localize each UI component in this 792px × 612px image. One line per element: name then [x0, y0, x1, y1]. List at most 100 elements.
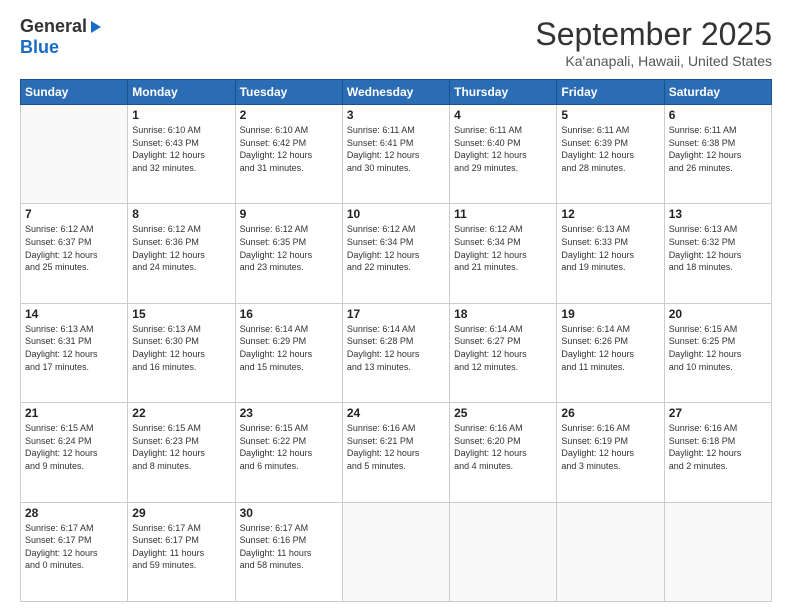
day-number: 12 — [561, 207, 659, 221]
cell-text: Sunrise: 6:12 AMSunset: 6:34 PMDaylight:… — [347, 223, 445, 273]
cell-text: Sunrise: 6:14 AMSunset: 6:26 PMDaylight:… — [561, 323, 659, 373]
calendar-cell: 5Sunrise: 6:11 AMSunset: 6:39 PMDaylight… — [557, 105, 664, 204]
calendar-cell: 15Sunrise: 6:13 AMSunset: 6:30 PMDayligh… — [128, 303, 235, 402]
day-number: 13 — [669, 207, 767, 221]
calendar-cell: 6 Sunrise: 6:11 AMSunset: 6:38 PMDaylight… — [664, 105, 771, 204]
calendar-day-header: Tuesday — [235, 80, 342, 105]
cell-text: Sunrise: 6:17 AMSunset: 6:16 PMDaylight:… — [240, 522, 338, 572]
day-number: 25 — [454, 406, 552, 420]
calendar-cell: 28 Sunrise: 6:17 AMSunset: 6:17 PMDayligh… — [21, 502, 128, 601]
day-number: 23 — [240, 406, 338, 420]
calendar-day-header: Wednesday — [342, 80, 449, 105]
cell-text: Sunrise: 6:12 AMSunset: 6:37 PMDaylight:… — [25, 223, 123, 273]
calendar-cell: 9 Sunrise: 6:12 AMSunset: 6:35 PMDaylight… — [235, 204, 342, 303]
cell-text: Sunrise: 6:12 AMSunset: 6:34 PMDaylight:… — [454, 223, 552, 273]
calendar-cell: 2Sunrise: 6:10 AMSunset: 6:42 PMDaylight… — [235, 105, 342, 204]
day-number: 17 — [347, 307, 445, 321]
calendar-cell: 20 Sunrise: 6:15 AMSunset: 6:25 PMDayligh… — [664, 303, 771, 402]
day-number: 9 — [240, 207, 338, 221]
day-number: 20 — [669, 307, 767, 321]
calendar-cell: 30 Sunrise: 6:17 AMSunset: 6:16 PMDayligh… — [235, 502, 342, 601]
day-number: 22 — [132, 406, 230, 420]
calendar-cell: 12Sunrise: 6:13 AMSunset: 6:33 PMDayligh… — [557, 204, 664, 303]
cell-text: Sunrise: 6:15 AMSunset: 6:22 PMDaylight:… — [240, 422, 338, 472]
cell-text: Sunrise: 6:13 AMSunset: 6:30 PMDaylight:… — [132, 323, 230, 373]
cell-text: Sunrise: 6:17 AMSunset: 6:17 PMDaylight:… — [132, 522, 230, 572]
day-number: 27 — [669, 406, 767, 420]
cell-text: Sunrise: 6:11 AMSunset: 6:38 PMDaylight:… — [669, 124, 767, 174]
calendar-cell: 8 Sunrise: 6:12 AMSunset: 6:36 PMDaylight… — [128, 204, 235, 303]
day-number: 7 — [25, 207, 123, 221]
cell-text: Sunrise: 6:15 AMSunset: 6:23 PMDaylight:… — [132, 422, 230, 472]
day-number: 18 — [454, 307, 552, 321]
calendar-cell: 7 Sunrise: 6:12 AMSunset: 6:37 PMDaylight… — [21, 204, 128, 303]
calendar-day-header: Monday — [128, 80, 235, 105]
day-number: 21 — [25, 406, 123, 420]
cell-text: Sunrise: 6:12 AMSunset: 6:36 PMDaylight:… — [132, 223, 230, 273]
cell-text: Sunrise: 6:16 AMSunset: 6:18 PMDaylight:… — [669, 422, 767, 472]
logo-arrow-icon — [91, 21, 101, 33]
calendar-day-header: Sunday — [21, 80, 128, 105]
day-number: 2 — [240, 108, 338, 122]
day-number: 14 — [25, 307, 123, 321]
calendar-cell: 14Sunrise: 6:13 AMSunset: 6:31 PMDayligh… — [21, 303, 128, 402]
calendar-cell: 3Sunrise: 6:11 AMSunset: 6:41 PMDaylight… — [342, 105, 449, 204]
day-number: 24 — [347, 406, 445, 420]
day-number: 19 — [561, 307, 659, 321]
cell-text: Sunrise: 6:14 AMSunset: 6:28 PMDaylight:… — [347, 323, 445, 373]
day-number: 8 — [132, 207, 230, 221]
calendar-cell — [450, 502, 557, 601]
calendar-cell: 13 Sunrise: 6:13 AMSunset: 6:32 PMDayligh… — [664, 204, 771, 303]
cell-text: Sunrise: 6:12 AMSunset: 6:35 PMDaylight:… — [240, 223, 338, 273]
calendar-cell: 27 Sunrise: 6:16 AMSunset: 6:18 PMDayligh… — [664, 403, 771, 502]
cell-text: Sunrise: 6:14 AMSunset: 6:29 PMDaylight:… — [240, 323, 338, 373]
calendar-day-header: Saturday — [664, 80, 771, 105]
logo: General Blue — [20, 16, 101, 58]
cell-text: Sunrise: 6:11 AMSunset: 6:40 PMDaylight:… — [454, 124, 552, 174]
cell-text: Sunrise: 6:15 AMSunset: 6:25 PMDaylight:… — [669, 323, 767, 373]
cell-text: Sunrise: 6:17 AMSunset: 6:17 PMDaylight:… — [25, 522, 123, 572]
logo-general-text: General — [20, 16, 87, 37]
calendar-day-header: Friday — [557, 80, 664, 105]
calendar-week-row: 21 Sunrise: 6:15 AMSunset: 6:24 PMDayligh… — [21, 403, 772, 502]
calendar-table: SundayMondayTuesdayWednesdayThursdayFrid… — [20, 79, 772, 602]
day-number: 1 — [132, 108, 230, 122]
calendar-cell: 10 Sunrise: 6:12 AMSunset: 6:34 PMDayligh… — [342, 204, 449, 303]
calendar-cell: 29Sunrise: 6:17 AMSunset: 6:17 PMDayligh… — [128, 502, 235, 601]
calendar-cell: 24 Sunrise: 6:16 AMSunset: 6:21 PMDayligh… — [342, 403, 449, 502]
calendar-cell: 26 Sunrise: 6:16 AMSunset: 6:19 PMDayligh… — [557, 403, 664, 502]
calendar-day-header: Thursday — [450, 80, 557, 105]
day-number: 26 — [561, 406, 659, 420]
subtitle: Ka'anapali, Hawaii, United States — [535, 53, 772, 69]
calendar-cell: 1 Sunrise: 6:10 AMSunset: 6:43 PMDaylight… — [128, 105, 235, 204]
day-number: 10 — [347, 207, 445, 221]
page: General Blue September 2025 Ka'anapali, … — [0, 0, 792, 612]
day-number: 3 — [347, 108, 445, 122]
calendar-cell — [557, 502, 664, 601]
cell-text: Sunrise: 6:10 AMSunset: 6:43 PMDaylight:… — [132, 124, 230, 174]
calendar-week-row: 1 Sunrise: 6:10 AMSunset: 6:43 PMDaylight… — [21, 105, 772, 204]
calendar-cell: 18Sunrise: 6:14 AMSunset: 6:27 PMDayligh… — [450, 303, 557, 402]
day-number: 30 — [240, 506, 338, 520]
calendar-cell: 11Sunrise: 6:12 AMSunset: 6:34 PMDayligh… — [450, 204, 557, 303]
day-number: 6 — [669, 108, 767, 122]
calendar-cell: 22 Sunrise: 6:15 AMSunset: 6:23 PMDayligh… — [128, 403, 235, 502]
calendar-week-row: 14Sunrise: 6:13 AMSunset: 6:31 PMDayligh… — [21, 303, 772, 402]
calendar-header-row: SundayMondayTuesdayWednesdayThursdayFrid… — [21, 80, 772, 105]
cell-text: Sunrise: 6:16 AMSunset: 6:21 PMDaylight:… — [347, 422, 445, 472]
calendar-week-row: 28 Sunrise: 6:17 AMSunset: 6:17 PMDayligh… — [21, 502, 772, 601]
cell-text: Sunrise: 6:13 AMSunset: 6:32 PMDaylight:… — [669, 223, 767, 273]
calendar-cell: 16 Sunrise: 6:14 AMSunset: 6:29 PMDayligh… — [235, 303, 342, 402]
calendar-cell: 4Sunrise: 6:11 AMSunset: 6:40 PMDaylight… — [450, 105, 557, 204]
calendar-cell: 19 Sunrise: 6:14 AMSunset: 6:26 PMDayligh… — [557, 303, 664, 402]
day-number: 16 — [240, 307, 338, 321]
day-number: 5 — [561, 108, 659, 122]
logo-blue-text: Blue — [20, 37, 59, 58]
header: General Blue September 2025 Ka'anapali, … — [20, 16, 772, 69]
cell-text: Sunrise: 6:16 AMSunset: 6:19 PMDaylight:… — [561, 422, 659, 472]
cell-text: Sunrise: 6:16 AMSunset: 6:20 PMDaylight:… — [454, 422, 552, 472]
cell-text: Sunrise: 6:15 AMSunset: 6:24 PMDaylight:… — [25, 422, 123, 472]
title-block: September 2025 Ka'anapali, Hawaii, Unite… — [535, 16, 772, 69]
day-number: 28 — [25, 506, 123, 520]
calendar-cell — [21, 105, 128, 204]
